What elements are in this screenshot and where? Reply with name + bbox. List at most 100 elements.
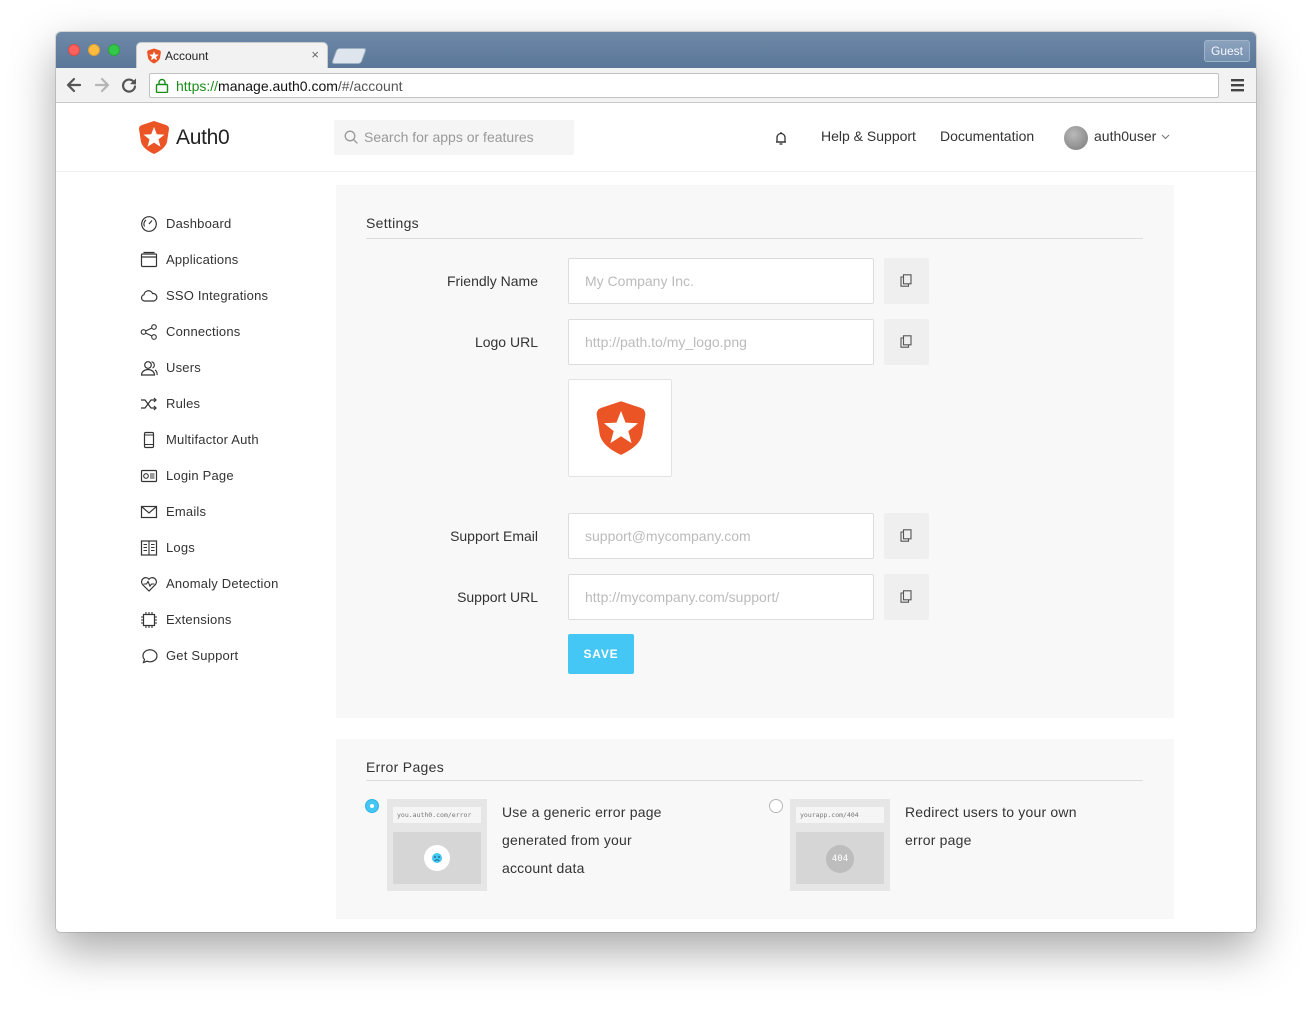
copy-icon	[900, 590, 912, 603]
login-page-icon	[140, 469, 158, 483]
chip-icon	[141, 612, 157, 628]
generic-error-page-radio[interactable]	[365, 799, 379, 813]
hamburger-menu-icon[interactable]	[1230, 76, 1246, 94]
forward-arrow-icon[interactable]	[92, 75, 112, 95]
minimize-window-button[interactable]	[88, 44, 100, 56]
browser-toolbar: https://manage.auth0.com/#/account	[56, 68, 1256, 103]
documentation-link[interactable]: Documentation	[940, 128, 1034, 144]
redirect-error-page-radio[interactable]	[769, 799, 783, 813]
copy-icon	[900, 335, 912, 348]
error-pages-title: Error Pages	[366, 759, 444, 775]
envelope-icon	[140, 505, 158, 519]
sidebar-item-emails[interactable]: Emails	[140, 503, 340, 539]
redirect-error-preview: yourapp.com/404 404	[790, 799, 890, 891]
auth0-favicon-icon	[147, 48, 161, 64]
browser-window: Account × Guest https://manage.auth0.com…	[56, 32, 1256, 932]
support-email-input[interactable]: support@mycompany.com	[568, 513, 874, 559]
settings-title: Settings	[366, 215, 419, 231]
friendly-name-label: Friendly Name	[446, 273, 538, 289]
maximize-window-button[interactable]	[108, 44, 120, 56]
search-icon	[344, 130, 358, 144]
auth0-shield-logo-icon	[596, 401, 646, 455]
sidebar-item-label: Logs	[166, 540, 195, 555]
logo-url-label: Logo URL	[474, 334, 538, 350]
sidebar-item-users[interactable]: Users	[140, 359, 340, 395]
brand-name[interactable]: Auth0	[176, 126, 230, 150]
dashboard-icon	[141, 216, 157, 232]
generic-error-description: Use a generic error page generated from …	[502, 804, 662, 876]
copy-support-email-button[interactable]	[884, 513, 929, 559]
rules-icon	[141, 397, 157, 411]
logs-icon	[140, 540, 158, 556]
new-tab-button[interactable]	[331, 48, 367, 64]
heart-pulse-icon	[140, 577, 158, 592]
logo-preview	[568, 379, 672, 477]
generic-error-preview: you.auth0.com/error	[387, 799, 487, 891]
support-email-label: Support Email	[450, 528, 538, 544]
sidebar-item-multifactor-auth[interactable]: Multifactor Auth	[140, 431, 340, 467]
error-pages-divider	[366, 780, 1143, 781]
error-404-badge: 404	[826, 845, 854, 873]
copy-logo-url-button[interactable]	[884, 319, 929, 365]
redirect-error-description: Redirect users to your own error page	[905, 804, 1077, 848]
sidebar-item-label: Get Support	[166, 648, 239, 663]
sidebar-item-get-support[interactable]: Get Support	[140, 647, 340, 683]
browser-tab-account[interactable]: Account ×	[136, 42, 328, 68]
sidebar-item-applications[interactable]: Applications	[140, 251, 340, 287]
sidebar-item-rules[interactable]: Rules	[140, 395, 340, 431]
notifications-bell-icon[interactable]	[774, 131, 788, 146]
mobile-icon	[143, 431, 155, 449]
close-window-button[interactable]	[68, 44, 80, 56]
settings-divider	[366, 238, 1143, 239]
support-url-input[interactable]: http://mycompany.com/support/	[568, 574, 874, 620]
sidebar-item-dashboard[interactable]: Dashboard	[140, 215, 340, 251]
sidebar-item-anomaly-detection[interactable]: Anomaly Detection	[140, 575, 340, 611]
sidebar-item-connections[interactable]: Connections	[140, 323, 340, 359]
sidebar-item-login-page[interactable]: Login Page	[140, 467, 340, 503]
sidebar-item-label: Anomaly Detection	[166, 576, 279, 591]
guest-profile-button[interactable]: Guest	[1203, 40, 1250, 62]
copy-icon	[900, 274, 912, 287]
sidebar-item-label: Login Page	[166, 468, 234, 483]
copy-icon	[900, 529, 912, 542]
sidebar-item-extensions[interactable]: Extensions	[140, 611, 340, 647]
sidebar-item-logs[interactable]: Logs	[140, 539, 340, 575]
sidebar-nav: Dashboard Applications SSO Integrations	[140, 215, 340, 683]
title-bar: Account × Guest	[56, 32, 1256, 68]
support-url-label: Support URL	[457, 589, 538, 605]
logo-url-input[interactable]: http://path.to/my_logo.png	[568, 319, 874, 365]
cloud-icon	[140, 290, 158, 302]
chevron-down-icon[interactable]	[1161, 134, 1170, 140]
app-header: Auth0 Search for apps or features Help &…	[56, 103, 1256, 172]
sidebar-item-sso-integrations[interactable]: SSO Integrations	[140, 287, 340, 323]
chat-bubble-icon	[142, 649, 158, 664]
users-icon	[140, 361, 158, 376]
url-host: manage.auth0.com	[218, 78, 338, 94]
back-arrow-icon[interactable]	[64, 75, 84, 95]
auth0-app: Auth0 Search for apps or features Help &…	[56, 103, 1256, 932]
applications-icon	[140, 251, 158, 268]
url-scheme: https://	[176, 78, 219, 94]
copy-friendly-name-button[interactable]	[884, 258, 929, 304]
search-input[interactable]: Search for apps or features	[334, 120, 574, 155]
sidebar-item-label: Users	[166, 360, 201, 375]
connections-icon	[140, 324, 157, 340]
error-pages-panel: Error Pages you.auth0.com/error Use a ge…	[336, 739, 1174, 919]
user-avatar[interactable]	[1064, 126, 1088, 150]
save-button[interactable]: SAVE	[568, 634, 634, 674]
sidebar-item-label: Extensions	[166, 612, 232, 627]
tab-title: Account	[165, 49, 209, 63]
reload-icon[interactable]	[119, 75, 139, 95]
sidebar-item-label: Rules	[166, 396, 201, 411]
copy-support-url-button[interactable]	[884, 574, 929, 620]
help-support-link[interactable]: Help & Support	[821, 128, 916, 144]
address-bar[interactable]: https://manage.auth0.com/#/account	[149, 73, 1219, 98]
tab-close-icon[interactable]: ×	[311, 47, 319, 62]
auth0-shield-logo-icon[interactable]	[138, 120, 170, 155]
search-placeholder: Search for apps or features	[364, 129, 534, 145]
preview-url-bar: yourapp.com/404	[796, 807, 884, 823]
username-label[interactable]: auth0user	[1094, 128, 1156, 144]
friendly-name-input[interactable]: My Company Inc.	[568, 258, 874, 304]
url-path: /#/account	[337, 78, 403, 94]
sad-face-icon	[424, 845, 450, 871]
